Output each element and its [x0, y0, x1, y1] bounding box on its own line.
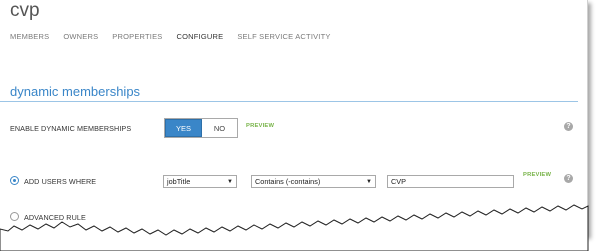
torn-edge-decoration [0, 204, 589, 251]
